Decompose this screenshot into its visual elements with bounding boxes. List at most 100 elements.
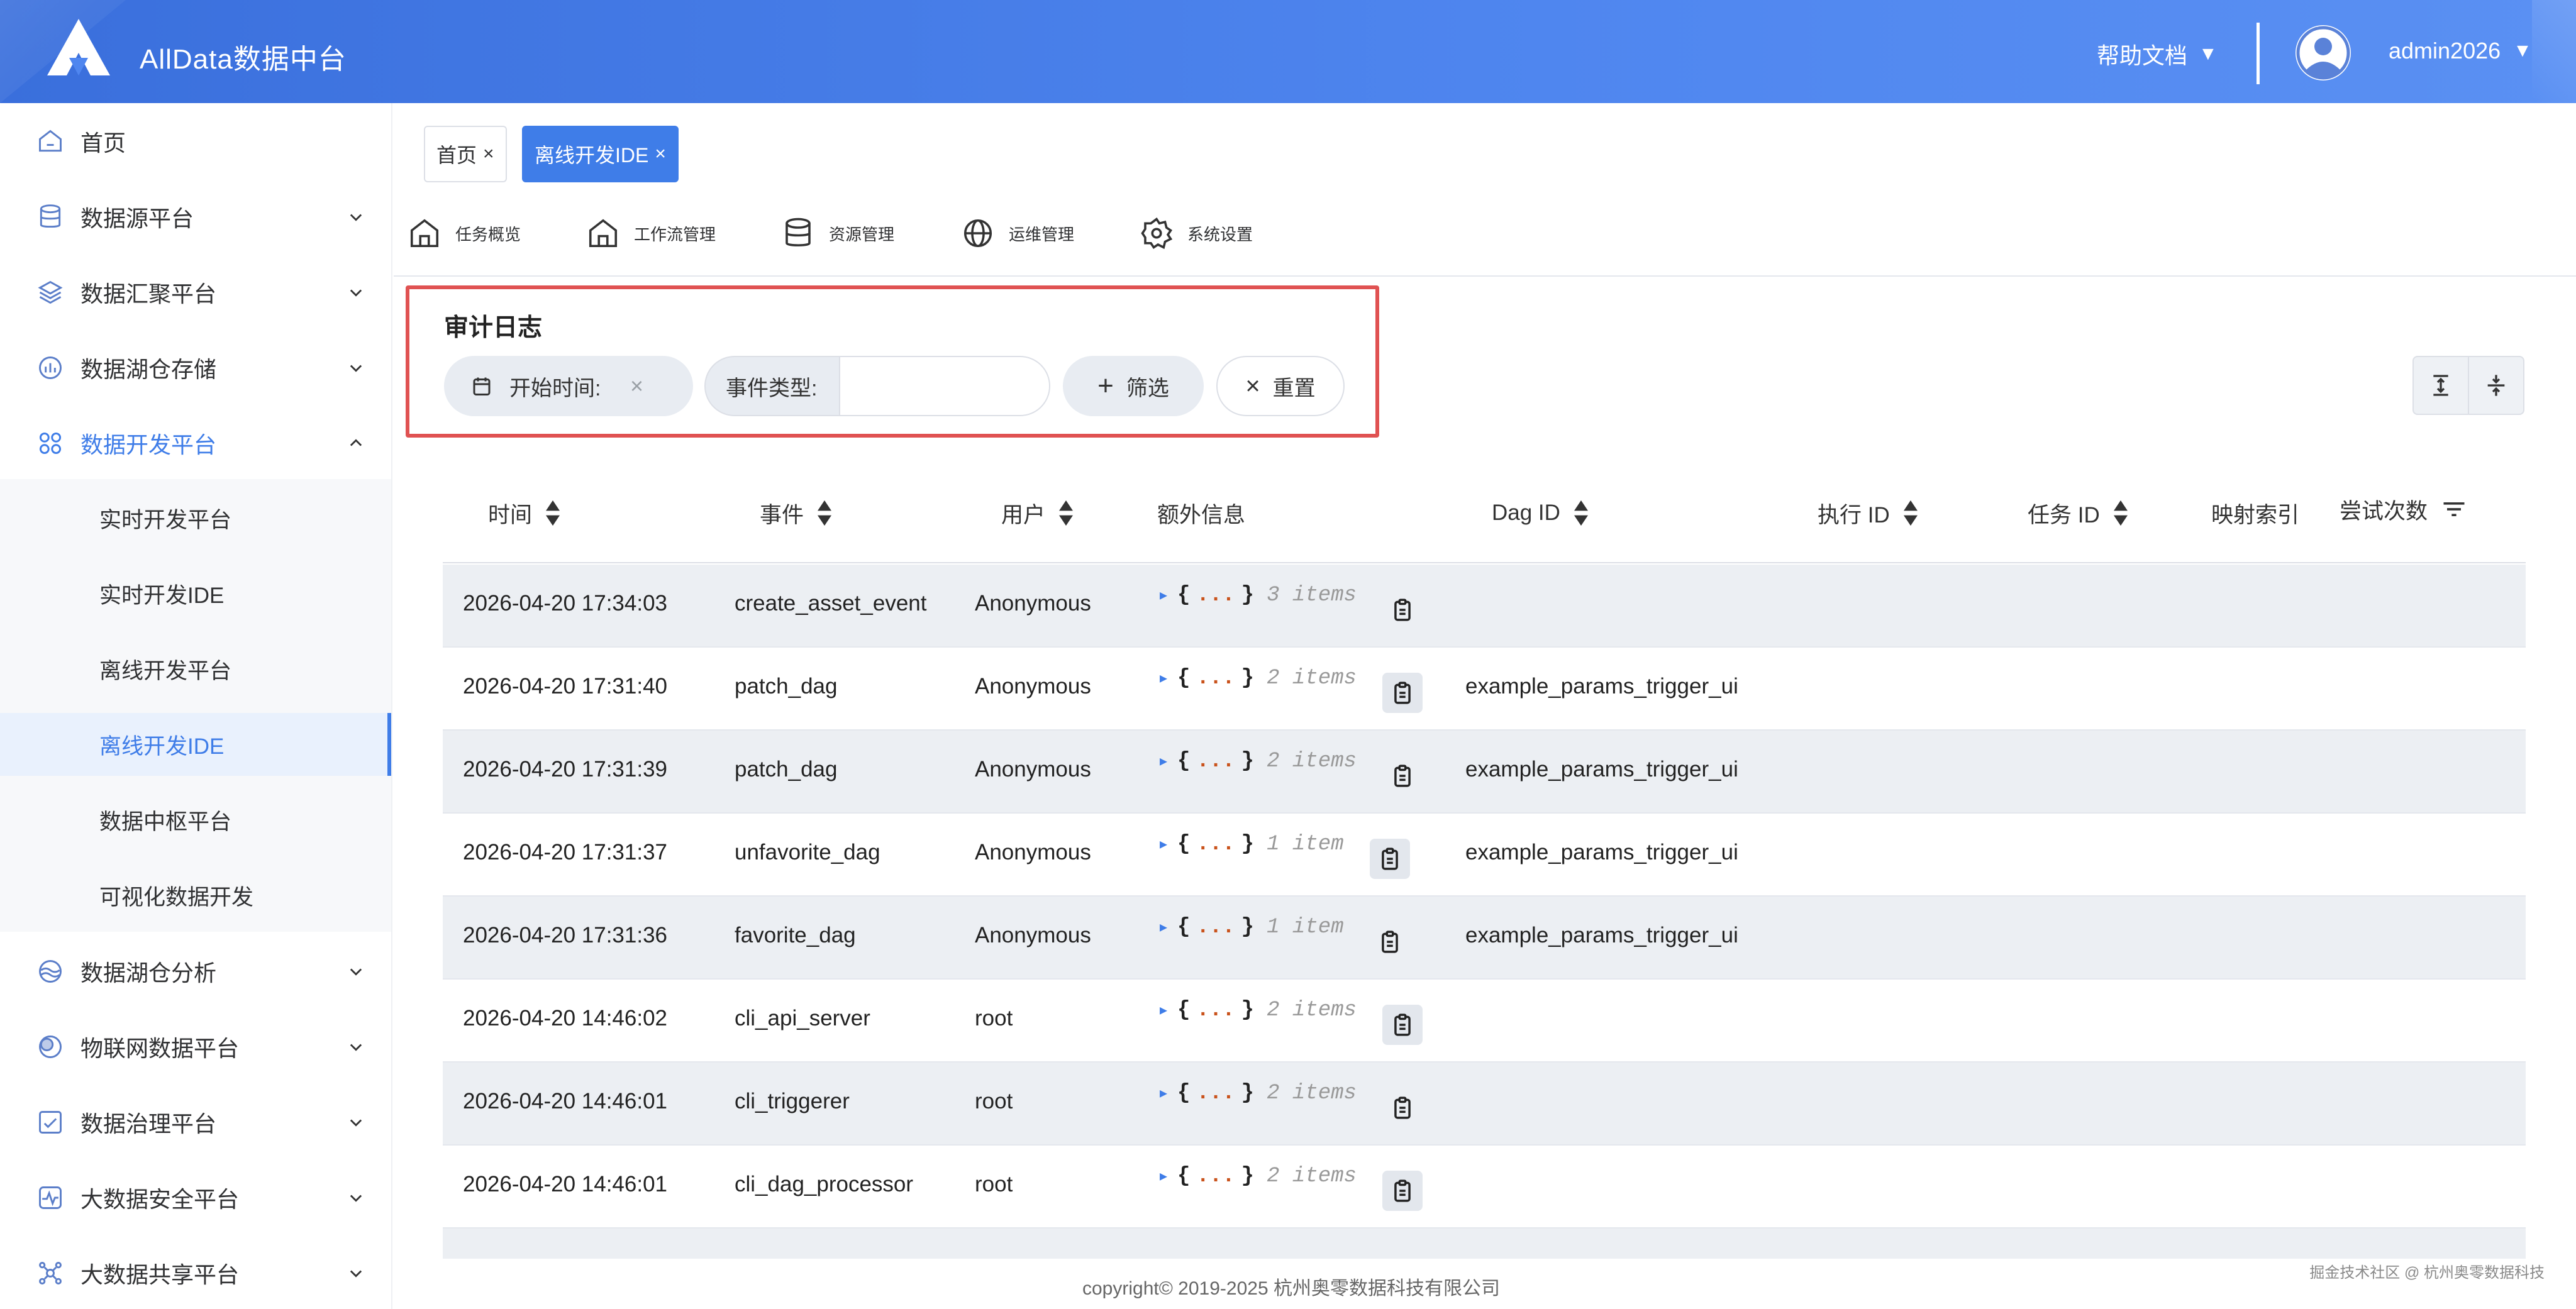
- expand-arrow-icon[interactable]: ▶: [1160, 1002, 1167, 1019]
- sidebar-subitem-realtime-ide[interactable]: 实时开发IDE: [0, 562, 391, 625]
- user-menu-dropdown[interactable]: admin2026 ▼: [2389, 38, 2532, 64]
- cell-event: cli_triggerer: [735, 1089, 850, 1113]
- expand-arrow-icon[interactable]: ▶: [1160, 587, 1167, 604]
- start-time-picker[interactable]: 开始时间: ×: [444, 356, 693, 416]
- header-right-decoration: [2532, 0, 2576, 103]
- table-row[interactable]: 2026-04-20 14:46:01 cli_triggerer root ▶…: [443, 1063, 2526, 1146]
- sidebar-subitem-data-hub[interactable]: 数据中枢平台: [0, 788, 391, 851]
- toolbar-resource[interactable]: 资源管理: [781, 214, 894, 253]
- column-header-time[interactable]: 时间: [488, 494, 561, 532]
- sidebar-item-security[interactable]: 大数据安全平台: [0, 1163, 392, 1232]
- close-icon[interactable]: ×: [655, 143, 666, 165]
- expand-arrow-icon[interactable]: ▶: [1160, 836, 1167, 853]
- app-title[interactable]: AllData数据中台: [140, 36, 347, 77]
- plus-icon: +: [1097, 370, 1114, 401]
- sidebar-item-data-dev[interactable]: 数据开发平台: [0, 409, 392, 478]
- event-type-input[interactable]: [839, 357, 1049, 415]
- reset-button[interactable]: × 重置: [1216, 356, 1345, 416]
- sidebar-item-iot[interactable]: 物联网数据平台: [0, 1012, 392, 1081]
- iot-icon: [39, 1036, 62, 1058]
- json-viewer[interactable]: ▶ {...} 2 items: [1160, 1081, 1357, 1105]
- clear-icon[interactable]: ×: [630, 373, 643, 399]
- clipboard-icon: [1394, 599, 1411, 621]
- cell-event: cli_dag_processor: [735, 1172, 914, 1196]
- table-row[interactable]: 2026-04-20 14:46:02 cli_api_server root …: [443, 980, 2526, 1063]
- table-row[interactable]: 2026-04-20 17:31:36 favorite_dag Anonymo…: [443, 897, 2526, 980]
- top-header: AllData数据中台 帮助文档 ▼ admin2026 ▼: [0, 0, 2576, 103]
- expand-arrow-icon[interactable]: ▶: [1160, 919, 1167, 936]
- json-viewer[interactable]: ▶ {...} 2 items: [1160, 666, 1357, 690]
- copy-button[interactable]: [1382, 756, 1423, 796]
- footer-copyright: copyright© 2019-2025 杭州奥零数据科技有限公司: [1082, 1278, 1500, 1299]
- toolbar-ops[interactable]: 运维管理: [961, 214, 1074, 253]
- lake-icon: [39, 960, 62, 983]
- alldata-logo-icon[interactable]: [44, 18, 113, 80]
- column-header-event[interactable]: 事件: [760, 494, 833, 532]
- event-type-filter[interactable]: 事件类型:: [704, 356, 1050, 416]
- toolbar-workflow[interactable]: 工作流管理: [586, 214, 716, 253]
- sidebar-item-label: 首页: [80, 130, 126, 156]
- username-label: admin2026: [2389, 38, 2501, 64]
- sidebar-subitem-realtime-platform[interactable]: 实时开发平台: [0, 487, 391, 550]
- layers-icon: [38, 280, 63, 304]
- expand-arrow-icon[interactable]: ▶: [1160, 1085, 1167, 1102]
- column-header-dag-id[interactable]: Dag ID: [1492, 494, 1589, 532]
- column-label: 任务 ID: [2028, 502, 2100, 527]
- expand-arrow-icon[interactable]: ▶: [1160, 1168, 1167, 1185]
- table-row[interactable]: 2026-04-20 14:46:01 cli_dag_processor ro…: [443, 1146, 2526, 1229]
- toolbar-task-overview[interactable]: 任务概览: [408, 214, 521, 253]
- copy-button[interactable]: [1382, 1171, 1423, 1211]
- copy-button[interactable]: [1382, 590, 1423, 630]
- tab-offline-ide[interactable]: 离线开发IDE ×: [522, 126, 679, 182]
- collapse-all-button[interactable]: [2468, 356, 2524, 415]
- copy-button[interactable]: [1382, 1088, 1423, 1128]
- json-viewer[interactable]: ▶ {...} 1 item: [1160, 832, 1344, 856]
- sidebar-subitem-visual-dev[interactable]: 可视化数据开发: [0, 864, 391, 927]
- table-row[interactable]: 2026-04-20 17:31:37 unfavorite_dag Anony…: [443, 814, 2526, 897]
- avatar[interactable]: [2296, 25, 2351, 80]
- column-header-user[interactable]: 用户: [1001, 494, 1074, 532]
- chevron-down-icon: [350, 1195, 362, 1202]
- sidebar-subitem-offline-ide[interactable]: 离线开发IDE: [0, 713, 391, 776]
- expand-all-button[interactable]: [2412, 356, 2469, 415]
- sidebar-item-governance[interactable]: 数据治理平台: [0, 1088, 392, 1157]
- sidebar-item-label: 数据治理平台: [80, 1111, 217, 1137]
- sidebar-item-lake-storage[interactable]: 数据湖仓存储: [0, 333, 392, 402]
- filter-button[interactable]: + 筛选: [1063, 356, 1204, 416]
- copy-button[interactable]: [1370, 922, 1410, 962]
- copy-button[interactable]: [1382, 1005, 1423, 1045]
- column-header-run-id[interactable]: 执行 ID: [1818, 494, 1919, 532]
- cell-dag-id: example_params_trigger_ui: [1465, 674, 1738, 699]
- expand-arrow-icon[interactable]: ▶: [1160, 753, 1167, 770]
- toolbar-settings[interactable]: 系统设置: [1140, 214, 1253, 253]
- sort-icon: [1059, 500, 1074, 526]
- json-brace-open: {: [1177, 1164, 1191, 1188]
- caret-down-icon: ▼: [2199, 43, 2218, 64]
- table-row[interactable]: 2026-04-20 17:34:03 create_asset_event A…: [443, 565, 2526, 648]
- json-viewer[interactable]: ▶ {...} 2 items: [1160, 998, 1357, 1022]
- copy-button[interactable]: [1382, 673, 1423, 713]
- expand-arrow-icon[interactable]: ▶: [1160, 670, 1167, 687]
- json-brace-open: {: [1177, 749, 1191, 773]
- sort-icon: [1574, 500, 1588, 526]
- json-viewer[interactable]: ▶ {...} 2 items: [1160, 749, 1357, 773]
- help-docs-dropdown[interactable]: 帮助文档 ▼: [2097, 38, 2218, 70]
- copy-button[interactable]: [1370, 839, 1410, 879]
- sidebar-item-home[interactable]: 首页: [0, 107, 392, 176]
- json-viewer[interactable]: ▶ {...} 3 items: [1160, 583, 1357, 607]
- table-row[interactable]: 2026-04-20 17:31:39 patch_dag Anonymous …: [443, 731, 2526, 814]
- filter-lines-icon[interactable]: [2440, 495, 2468, 523]
- tab-home[interactable]: 首页 ×: [424, 126, 507, 182]
- sidebar-subitem-offline-platform[interactable]: 离线开发平台: [0, 638, 391, 700]
- json-viewer[interactable]: ▶ {...} 1 item: [1160, 915, 1344, 939]
- home-icon: [39, 130, 62, 152]
- column-header-task-id[interactable]: 任务 ID: [2028, 494, 2129, 532]
- toolbar-label: 工作流管理: [634, 224, 716, 244]
- table-row[interactable]: 2026-04-20 17:31:40 patch_dag Anonymous …: [443, 648, 2526, 731]
- json-viewer[interactable]: ▶ {...} 2 items: [1160, 1164, 1357, 1188]
- sidebar-item-lake-analysis[interactable]: 数据湖仓分析: [0, 937, 392, 1006]
- sidebar-item-aggregation[interactable]: 数据汇聚平台: [0, 258, 392, 327]
- sidebar-item-datasource[interactable]: 数据源平台: [0, 182, 392, 251]
- close-icon[interactable]: ×: [483, 143, 494, 165]
- tab-label: 离线开发IDE: [535, 144, 649, 167]
